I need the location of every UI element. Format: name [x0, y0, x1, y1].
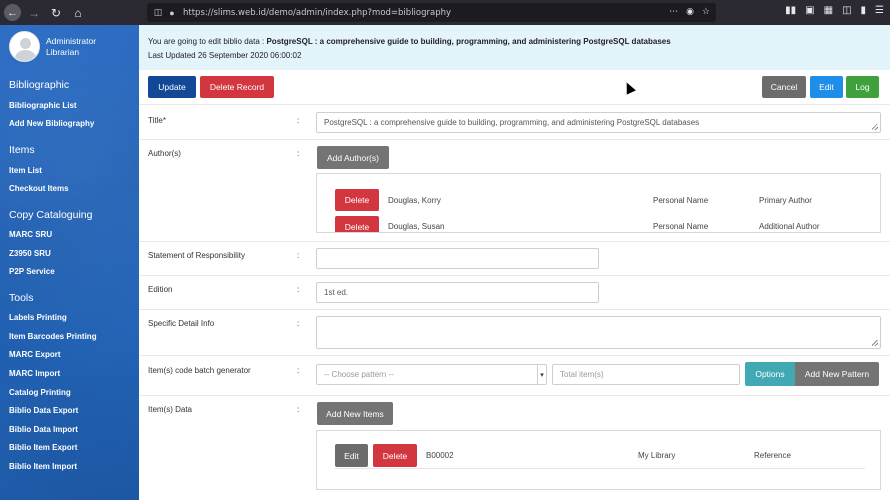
lock-icon: ● [169, 7, 175, 18]
delete-author-button[interactable]: Delete [335, 216, 379, 232]
notice-prefix: You are going to edit biblio data : [148, 37, 267, 46]
extensions-icon[interactable]: ◫ [842, 5, 851, 16]
responsibility-field[interactable] [316, 248, 599, 269]
cancel-button[interactable]: Cancel [762, 76, 806, 98]
home-button[interactable]: ⌂ [69, 4, 87, 22]
options-button[interactable]: Options [745, 362, 795, 386]
authors-label: Author(s) [148, 149, 181, 158]
author-name: Douglas, Korry [388, 196, 441, 205]
menu-icon[interactable]: ☰ [875, 5, 884, 16]
sidebar-toggle-icon[interactable]: ▣ [805, 5, 814, 16]
sidebar-item-labels-printing[interactable]: Labels Printing [9, 313, 67, 322]
items-list: Edit Delete B00002 My Library Reference [316, 430, 881, 490]
sidebar-heading-bibliographic: Bibliographic [9, 79, 70, 91]
sidebar-heading-tools: Tools [9, 292, 34, 304]
edition-field[interactable]: 1st ed. [316, 282, 599, 303]
sidebar-item-z3950-sru[interactable]: Z3950 SRU [9, 249, 51, 258]
item-location: My Library [638, 451, 676, 460]
home-icon: ⌂ [74, 5, 82, 20]
browser-toolbar: ← → ↻ ⌂ ◫ ● https://slims.web.id/demo/ad… [0, 0, 890, 25]
reload-icon: ↻ [50, 5, 62, 20]
sidebar-heading-items: Items [9, 144, 35, 156]
sidebar-item-checkout-items[interactable]: Checkout Items [9, 184, 69, 193]
mouse-cursor-icon [622, 80, 636, 95]
batch-generator-label: Item(s) code batch generator [148, 366, 251, 375]
log-button[interactable]: Log [846, 76, 879, 98]
sidebar-item-marc-export[interactable]: MARC Export [9, 350, 61, 359]
title-label: Title* [148, 116, 166, 125]
responsibility-label: Statement of Responsibility [148, 251, 245, 260]
sidebar-item-biblio-data-import[interactable]: Biblio Data Import [9, 425, 78, 434]
title-field[interactable]: PostgreSQL : a comprehensive guide to bu… [316, 112, 881, 133]
sidebar: Administrator Librarian Bibliographic Bi… [0, 25, 139, 500]
delete-item-button[interactable]: Delete [373, 444, 417, 467]
shield-icon: ◫ [153, 7, 163, 17]
sidebar-item-item-list[interactable]: Item List [9, 166, 42, 175]
edition-label: Edition [148, 285, 173, 294]
reload-button[interactable]: ↻ [47, 4, 65, 22]
barcode-icon[interactable]: ▮ [861, 5, 867, 16]
pattern-select-value: -- Choose pattern -- [324, 370, 394, 379]
author-name: Douglas, Susan [388, 222, 445, 231]
sidebar-item-biblio-data-export[interactable]: Biblio Data Export [9, 406, 78, 415]
sidebar-item-marc-import[interactable]: MARC Import [9, 369, 60, 378]
forward-button[interactable]: → [25, 4, 43, 22]
url-bar[interactable]: ◫ ● https://slims.web.id/demo/admin/inde… [147, 3, 716, 22]
sidebar-item-marc-sru[interactable]: MARC SRU [9, 230, 52, 239]
notice-title: PostgreSQL : a comprehensive guide to bu… [266, 37, 671, 46]
reader-icon[interactable]: ▦ [824, 5, 833, 16]
author-level: Additional Author [759, 222, 820, 231]
arrow-right-icon: → [28, 5, 40, 20]
avatar [9, 31, 40, 62]
bookmark-star-icon[interactable]: ☆ [702, 6, 710, 17]
update-button[interactable]: Update [148, 76, 196, 98]
sidebar-item-add-bibliography[interactable]: Add New Bibliography [9, 119, 94, 128]
item-code: B00002 [426, 451, 454, 460]
back-button[interactable]: ← [4, 4, 21, 21]
sidebar-item-biblio-item-import[interactable]: Biblio Item Import [9, 462, 77, 471]
author-type: Personal Name [653, 196, 709, 205]
specific-detail-label: Specific Detail Info [148, 319, 215, 328]
edit-notice: You are going to edit biblio data : Post… [139, 25, 890, 70]
add-new-items-button[interactable]: Add New Items [317, 402, 393, 425]
authors-list: Delete Douglas, Korry Personal Name Prim… [316, 173, 881, 233]
pattern-select[interactable]: -- Choose pattern -- ▾ [316, 364, 547, 385]
delete-record-button[interactable]: Delete Record [200, 76, 274, 98]
author-type: Personal Name [653, 222, 709, 231]
last-updated: Last Updated 26 September 2020 06:00:02 [148, 51, 302, 60]
add-authors-button[interactable]: Add Author(s) [317, 146, 389, 169]
library-icon[interactable]: ▮▮ [785, 5, 796, 16]
select-arrow-icon: ▾ [537, 364, 546, 385]
delete-author-button[interactable]: Delete [335, 189, 379, 211]
edit-button[interactable]: Edit [810, 76, 843, 98]
specific-detail-field[interactable] [316, 316, 881, 349]
user-name: Administrator [46, 35, 97, 46]
sidebar-item-bibliographic-list[interactable]: Bibliographic List [9, 101, 77, 110]
pocket-icon[interactable]: ◉ [686, 6, 694, 17]
item-collection: Reference [754, 451, 791, 460]
sidebar-heading-copy-cataloguing: Copy Cataloguing [9, 209, 93, 221]
arrow-left-icon: ← [7, 6, 18, 19]
total-items-input[interactable]: Total item(s) [552, 364, 740, 385]
sidebar-item-biblio-item-export[interactable]: Biblio Item Export [9, 443, 77, 452]
sidebar-item-item-barcodes-printing[interactable]: Item Barcodes Printing [9, 332, 97, 341]
user-profile: Administrator Librarian [9, 31, 96, 62]
user-role: Librarian [46, 46, 80, 57]
sidebar-item-p2p-service[interactable]: P2P Service [9, 267, 55, 276]
edit-item-button[interactable]: Edit [335, 444, 368, 467]
url-text: https://slims.web.id/demo/admin/index.ph… [183, 7, 452, 18]
total-items-placeholder: Total item(s) [560, 370, 604, 379]
add-new-pattern-button[interactable]: Add New Pattern [795, 362, 879, 386]
items-data-label: Item(s) Data [148, 405, 193, 414]
sidebar-item-catalog-printing[interactable]: Catalog Printing [9, 388, 71, 397]
more-icon[interactable]: ⋯ [669, 6, 678, 17]
author-level: Primary Author [759, 196, 812, 205]
